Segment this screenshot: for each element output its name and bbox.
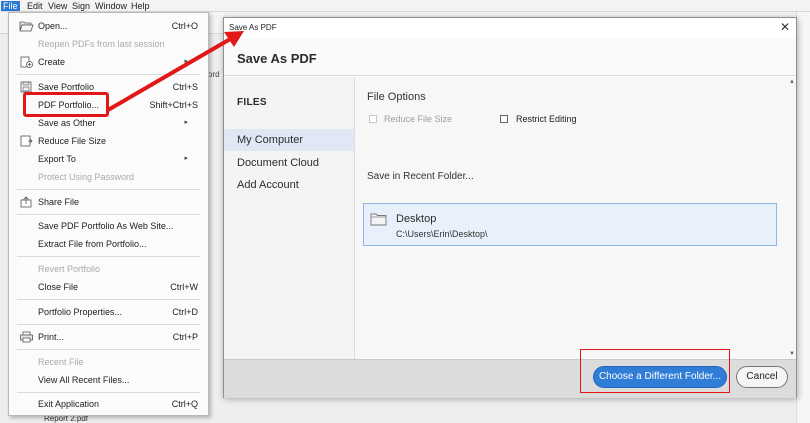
menu-item-label: Recent File [38,357,84,367]
menu-item-label: Export To [38,154,76,164]
menu-divider [17,74,200,75]
menu-item-label: Reduce File Size [38,136,107,146]
recent-folder-desktop[interactable]: Desktop C:\Users\Erin\Desktop\ [363,203,777,246]
menu-item-label: View All Recent Files... [38,375,130,385]
menu-divider [17,256,200,257]
menu-item-save-web-site[interactable]: Save PDF Portfolio As Web Site... [9,218,208,234]
menu-item-label: Exit Application [38,399,100,409]
menu-item-exit[interactable]: Exit Application Ctrl+Q [9,396,208,412]
scroll-down-icon[interactable]: ▼ [789,351,795,357]
menu-sign[interactable]: Sign [70,1,92,11]
menu-item-open[interactable]: Open... Ctrl+O [9,18,208,34]
files-header: FILES [237,97,267,108]
menu-divider [17,189,200,190]
submenu-arrow-icon: ▸ [184,58,188,65]
menu-item-view-all-recent[interactable]: View All Recent Files... [9,372,208,388]
menu-item-export-to[interactable]: Export To ▸ [9,151,208,167]
menu-item-label: Print... [38,332,65,342]
menu-divider [17,392,200,393]
restrict-editing-checkbox[interactable] [500,115,508,123]
choose-folder-highlight-box [580,349,730,393]
file-options-header: File Options [367,91,426,103]
menu-item-label: Create [38,57,66,67]
menu-divider [17,214,200,215]
reduce-file-size-label: Reduce File Size [384,114,453,124]
file-menu: Open... Ctrl+O Reopen PDFs from last ses… [8,12,209,416]
background-tab-fragment: ord [208,70,220,79]
cancel-button[interactable]: Cancel [736,366,788,388]
menu-item-shortcut: Shift+Ctrl+S [149,100,198,110]
sidebar-item-label: Document Cloud [237,157,319,169]
submenu-arrow-icon: ▸ [184,119,188,126]
menu-item-extract-file[interactable]: Extract File from Portfolio... [9,236,208,252]
reduce-size-icon [20,135,33,147]
menu-view[interactable]: View [46,1,69,11]
sidebar-item-my-computer[interactable]: My Computer [224,129,354,151]
app-scrollbar[interactable] [796,12,810,423]
menu-item-label: Reopen PDFs from last session [38,39,165,49]
dialog-titlebar-text: Save As PDF [229,23,277,32]
menu-item-label: Extract File from Portfolio... [38,239,147,249]
menu-item-label: Save PDF Portfolio As Web Site... [38,221,174,231]
menu-item-close-file[interactable]: Close File Ctrl+W [9,279,208,295]
menu-item-shortcut: Ctrl+W [170,282,198,292]
menu-item-shortcut: Ctrl+D [172,307,198,317]
close-icon[interactable]: ✕ [780,20,790,34]
menu-edit[interactable]: Edit [25,1,45,11]
menu-item-protect-password[interactable]: Protect Using Password [9,169,208,185]
save-options-panel: File Options Reduce File Size Restrict E… [355,77,796,359]
restrict-editing-label: Restrict Editing [516,114,577,124]
menu-item-reopen[interactable]: Reopen PDFs from last session [9,36,208,52]
folder-open-icon [19,21,34,32]
menu-item-print[interactable]: Print... Ctrl+P [9,329,208,345]
menu-item-label: Portfolio Properties... [38,307,123,317]
menu-item-label: Share File [38,197,80,207]
menu-file[interactable]: File [1,1,20,11]
menu-divider [17,349,200,350]
menu-item-shortcut: Ctrl+P [172,332,198,342]
menu-item-label: Close File [38,282,79,292]
menu-item-label: Save as Other [38,118,96,128]
menu-item-create[interactable]: Create ▸ [9,54,208,70]
scroll-up-icon[interactable]: ▲ [789,79,795,85]
menu-bar: File Edit View Sign Window Help [0,0,810,12]
menu-item-shortcut: Ctrl+O [171,21,198,31]
submenu-arrow-icon: ▸ [184,155,188,162]
reduce-file-size-checkbox[interactable] [369,115,377,123]
menu-item-label: Protect Using Password [38,172,135,182]
menu-item-label: Revert Portfolio [38,264,101,274]
dialog-heading: Save As PDF [237,51,317,66]
sidebar-item-label: My Computer [237,134,304,146]
sidebar-item-document-cloud[interactable]: Document Cloud [224,152,354,174]
recent-folder-header: Save in Recent Folder... [367,171,474,182]
sidebar-item-add-account[interactable]: Add Account [224,174,354,196]
menu-item-save-as-other[interactable]: Save as Other ▸ [9,115,208,131]
menu-item-recent-file[interactable]: Recent File [9,354,208,370]
folder-path: C:\Users\Erin\Desktop\ [396,229,488,239]
pdf-portfolio-highlight-box [23,92,109,117]
menu-item-shortcut: Ctrl+S [172,82,198,92]
create-icon [20,56,33,68]
panel-scrollbar[interactable]: ▲ ▼ [786,77,796,359]
menu-item-reduce-file-size[interactable]: Reduce File Size [9,133,208,149]
menu-help[interactable]: Help [129,1,152,11]
menu-item-revert-portfolio[interactable]: Revert Portfolio [9,261,208,277]
menu-item-label: Save Portfolio [38,82,95,92]
menu-item-share-file[interactable]: Share File [9,194,208,210]
menu-divider [17,299,200,300]
dialog-header: Save As PDF [224,38,796,76]
save-as-pdf-dialog: Save As PDF ✕ Save As PDF FILES My Compu… [223,17,797,398]
menu-window[interactable]: Window [93,1,129,11]
menu-item-shortcut: Ctrl+Q [171,399,198,409]
files-sidebar: FILES My Computer Document Cloud Add Acc… [224,77,355,359]
print-icon [20,331,33,343]
menu-item-label: Open... [38,21,68,31]
menu-divider [17,324,200,325]
folder-icon [370,213,387,226]
share-icon [20,196,32,208]
menu-item-portfolio-properties[interactable]: Portfolio Properties... Ctrl+D [9,304,208,320]
folder-name: Desktop [396,213,437,225]
sidebar-item-label: Add Account [237,179,299,191]
